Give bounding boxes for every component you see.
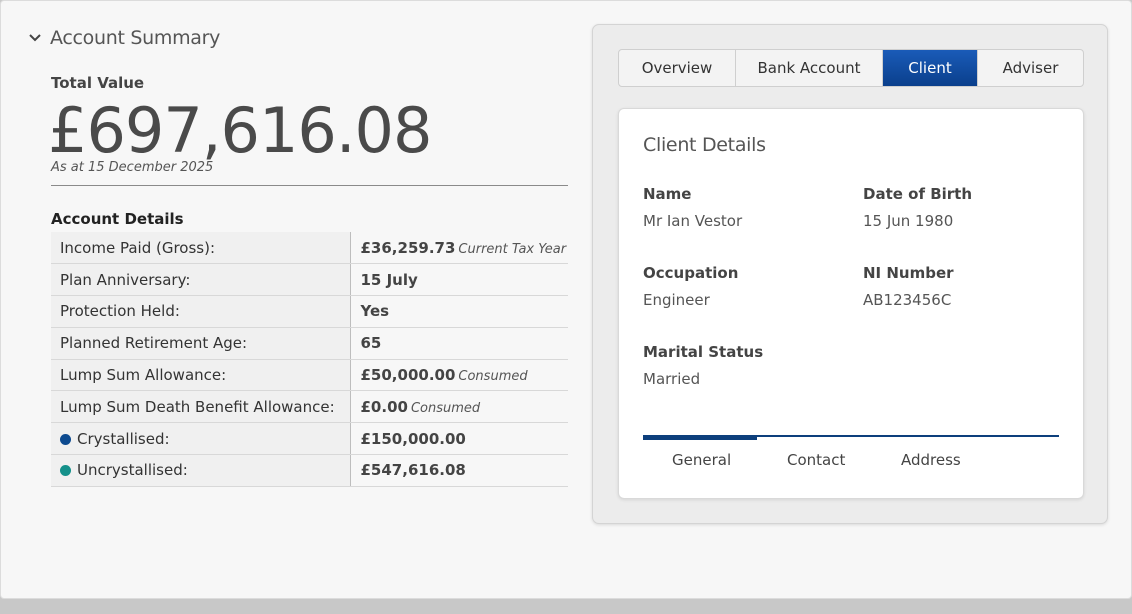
active-subtab-indicator xyxy=(643,435,757,440)
dob-value: 15 Jun 1980 xyxy=(863,212,954,230)
row-label-cell: Income Paid (Gross): xyxy=(51,232,351,265)
client-details-card: Client Details Name Mr Ian Vestor Date o… xyxy=(618,108,1084,499)
tab-overview[interactable]: Overview xyxy=(619,50,736,86)
table-row: Crystallised: £150,000.00 xyxy=(51,422,568,456)
table-row: Plan Anniversary: 15 July xyxy=(51,263,568,297)
client-details-title: Client Details xyxy=(643,134,766,156)
name-field: Name Mr Ian Vestor xyxy=(643,185,742,230)
row-value-cell: £36,259.73 Current Tax Year xyxy=(350,232,568,265)
occupation-value: Engineer xyxy=(643,291,710,309)
row-value: £150,000.00 xyxy=(360,429,466,448)
row-value-cell: £150,000.00 xyxy=(350,422,568,456)
row-value: 65 xyxy=(360,334,382,353)
subtab-general[interactable]: General xyxy=(672,451,731,469)
table-row: Lump Sum Allowance: £50,000.00 Consumed xyxy=(51,359,568,392)
row-label-cell: Plan Anniversary: xyxy=(51,263,351,297)
row-label: Lump Sum Allowance: xyxy=(60,366,227,385)
row-note: Consumed xyxy=(410,400,481,416)
marital-label: Marital Status xyxy=(643,343,764,361)
ni-field: NI Number AB123456C xyxy=(863,264,954,309)
row-label-cell: Uncrystallised: xyxy=(51,454,351,487)
table-row: Income Paid (Gross): £36,259.73 Current Ta… xyxy=(51,232,568,265)
occupation-label: Occupation xyxy=(643,264,739,282)
row-label: Plan Anniversary: xyxy=(60,270,191,289)
table-row: Lump Sum Death Benefit Allowance: £0.00 Co… xyxy=(51,390,568,424)
account-summary-toggle[interactable]: Account Summary xyxy=(28,27,220,49)
row-value: £50,000.00 xyxy=(360,366,456,385)
section-title: Account Summary xyxy=(50,27,221,49)
row-value: £0.00 xyxy=(360,397,408,416)
row-value-cell: £547,616.08 xyxy=(350,454,568,487)
row-value-cell: 15 July xyxy=(350,263,568,297)
row-label-cell: Lump Sum Allowance: xyxy=(51,359,351,392)
row-value-cell: 65 xyxy=(350,327,568,360)
row-label: Uncrystallised: xyxy=(77,461,188,480)
dob-label: Date of Birth xyxy=(863,185,973,203)
legend-dot-icon xyxy=(60,465,71,477)
as-at-date: As at 15 December 2025 xyxy=(51,160,214,175)
name-label: Name xyxy=(643,185,692,203)
dob-field: Date of Birth 15 Jun 1980 xyxy=(863,185,972,230)
row-value-cell: £50,000.00 Consumed xyxy=(350,359,568,392)
table-row: Uncrystallised: £547,616.08 xyxy=(51,454,568,487)
tab-adviser[interactable]: Adviser xyxy=(978,50,1083,86)
row-note: Consumed xyxy=(458,369,528,385)
divider xyxy=(51,185,568,186)
total-value: £697,616.08 xyxy=(48,94,432,167)
row-label-cell: Protection Held: xyxy=(51,295,351,328)
row-value-cell: £0.00 Consumed xyxy=(350,390,568,424)
tab-client[interactable]: Client xyxy=(883,50,978,86)
account-summary-panel: Account Summary Total Value £697,616.08 … xyxy=(0,0,1132,599)
ni-value: AB123456C xyxy=(863,291,952,309)
row-value-cell: Yes xyxy=(350,295,568,328)
marital-field: Marital Status Married xyxy=(643,343,763,388)
tab-bank-account[interactable]: Bank Account xyxy=(736,50,883,86)
row-label: Income Paid (Gross): xyxy=(60,238,216,257)
ni-label: NI Number xyxy=(863,264,954,282)
row-label-cell: Crystallised: xyxy=(51,422,351,456)
row-label: Protection Held: xyxy=(60,302,180,321)
row-label: Planned Retirement Age: xyxy=(60,334,248,353)
table-row: Protection Held: Yes xyxy=(51,295,568,328)
occupation-field: Occupation Engineer xyxy=(643,264,738,309)
row-note: Current Tax Year xyxy=(458,241,567,257)
name-value: Mr Ian Vestor xyxy=(643,212,743,230)
total-value-label: Total Value xyxy=(51,74,145,92)
row-value: £547,616.08 xyxy=(360,461,466,480)
row-label: Crystallised: xyxy=(77,429,170,448)
row-value: 15 July xyxy=(360,270,418,289)
account-details-table: Income Paid (Gross): £36,259.73 Current Ta… xyxy=(51,232,568,487)
chevron-down-icon xyxy=(29,34,41,42)
row-value: Yes xyxy=(360,302,390,321)
subtab-contact[interactable]: Contact xyxy=(787,451,845,469)
row-label: Lump Sum Death Benefit Allowance: xyxy=(60,397,335,416)
row-label-cell: Lump Sum Death Benefit Allowance: xyxy=(51,390,351,424)
row-label-cell: Planned Retirement Age: xyxy=(51,327,351,360)
marital-value: Married xyxy=(643,370,701,388)
table-row: Planned Retirement Age: 65 xyxy=(51,327,568,360)
subtab-address[interactable]: Address xyxy=(901,451,961,469)
account-details-title: Account Details xyxy=(51,210,184,228)
client-panel: Overview Bank Account Client Adviser Cli… xyxy=(592,24,1108,524)
tab-bar: Overview Bank Account Client Adviser xyxy=(618,49,1084,87)
legend-dot-icon xyxy=(60,433,71,445)
row-value: £36,259.73 xyxy=(360,238,456,257)
